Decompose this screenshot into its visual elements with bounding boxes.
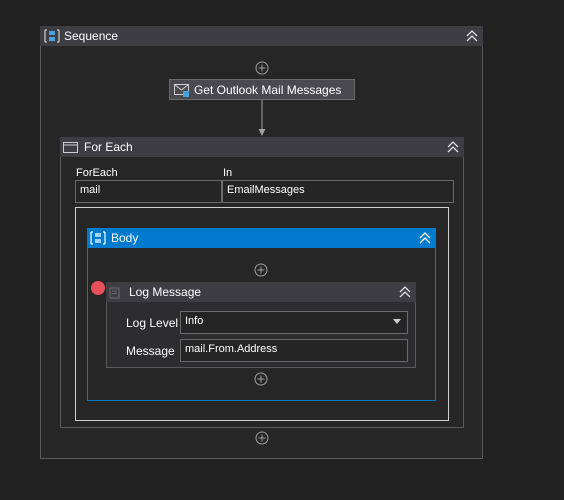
foreach-variable-input[interactable]: mail (75, 180, 222, 203)
for-each-icon (63, 141, 79, 153)
connector-arrow (258, 100, 266, 136)
add-activity-icon[interactable] (255, 61, 269, 75)
add-activity-icon[interactable] (254, 263, 268, 277)
collapse-icon[interactable] (446, 141, 460, 153)
body-title: Body (111, 231, 139, 245)
chevron-down-icon (393, 319, 401, 324)
log-level-value: Info (185, 315, 204, 327)
get-outlook-mail-activity[interactable]: Get Outlook Mail Messages (169, 79, 355, 100)
breakpoint-icon[interactable] (91, 281, 105, 295)
sequence-icon (90, 231, 106, 245)
for-each-title: For Each (84, 140, 133, 154)
add-activity-icon[interactable] (255, 431, 269, 445)
sequence-header[interactable]: Sequence (40, 26, 483, 46)
get-outlook-label: Get Outlook Mail Messages (194, 83, 342, 97)
for-each-header[interactable]: For Each (60, 137, 464, 157)
collapse-icon[interactable] (465, 30, 479, 42)
log-message-header[interactable]: Log Message (106, 282, 416, 302)
mail-icon (174, 84, 190, 99)
message-label: Message (126, 344, 175, 358)
body-header[interactable]: Body (87, 228, 436, 248)
sequence-title: Sequence (64, 29, 119, 43)
log-message-title: Log Message (129, 285, 202, 299)
in-collection-input[interactable]: EmailMessages (222, 180, 454, 203)
add-activity-icon[interactable] (254, 372, 268, 386)
message-input[interactable]: mail.From.Address (180, 339, 408, 362)
log-level-select[interactable]: Info (180, 311, 408, 334)
collapse-icon[interactable] (398, 286, 412, 298)
collapse-icon[interactable] (418, 232, 432, 244)
in-label: In (223, 167, 233, 179)
log-message-icon (109, 286, 121, 299)
sequence-icon (44, 29, 60, 43)
log-level-label: Log Level (126, 316, 179, 330)
foreach-label: ForEach (76, 167, 118, 179)
